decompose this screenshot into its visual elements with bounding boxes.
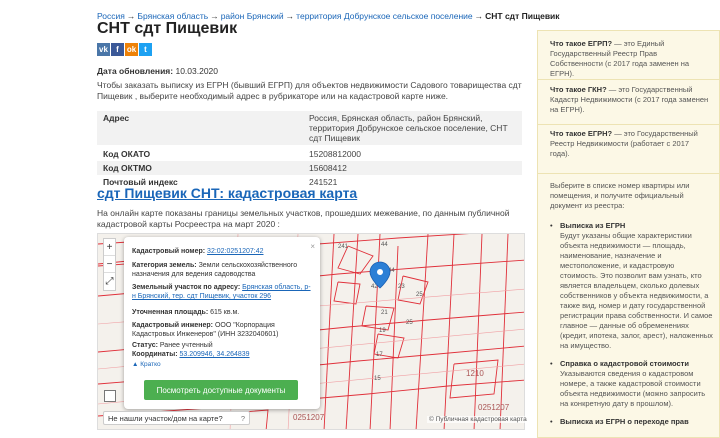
table-row: Код ОКТМО 15608412 [97, 161, 522, 175]
parcel-label: 1210 [466, 369, 484, 378]
breadcrumb-separator: → [474, 11, 484, 21]
popup-engineer: Кадастровый инженер: ООО "Корпорация Кад… [132, 321, 312, 339]
view-documents-button[interactable]: Посмотреть доступные документы [144, 380, 298, 400]
breadcrumb-item-territory[interactable]: территория Добрунское сельское поселение [296, 11, 472, 21]
vk-icon[interactable]: vk [97, 43, 110, 56]
not-found-help[interactable]: Не нашли участок/дом на карте? ? [103, 411, 250, 425]
map-section-description: На онлайн карте показаны границы земельн… [97, 208, 510, 229]
zoom-in-button[interactable]: + [104, 239, 115, 256]
sidebar-info: Что такое ЕГРП? — это Единый Государстве… [537, 30, 720, 438]
map-section-title[interactable]: сдт Пищевик СНТ: кадастровая карта [97, 185, 357, 201]
parcel-label: 25 [416, 292, 423, 298]
divider [538, 124, 720, 125]
parcel-label: 15 [374, 376, 381, 382]
update-date: Дата обновления: 10.03.2020 [97, 66, 218, 76]
parcel-label: 17 [376, 352, 383, 358]
table-value: 15208812000 [309, 149, 362, 159]
list-item: Выписка из ЕГРНБудут указаны общие харак… [550, 221, 714, 351]
table-key: Код ОКТМО [97, 161, 303, 175]
share-buttons: vk f ok t [97, 43, 152, 56]
popup-area: Уточненная площадь: 615 кв.м. [132, 308, 312, 317]
layers-icon[interactable] [104, 390, 116, 402]
faq-egrp: Что такое ЕГРП? — это Единый Государстве… [550, 39, 710, 79]
list-item-text: Указываются сведения о кадастровом номер… [560, 369, 706, 408]
popup-cad-number: Кадастровый номер: 32:02:0251207:42 [132, 247, 312, 256]
table-value: 15608412 [303, 161, 522, 175]
faq-gkn: Что такое ГКН? — это Государственный Кад… [550, 85, 710, 115]
parcel-label: 23 [398, 284, 405, 290]
popup-coordinates: Координаты: 53.209946, 34.264839 [132, 350, 312, 359]
page-title: СНТ сдт Пищевик [97, 20, 238, 37]
update-date-label: Дата обновления: [97, 66, 174, 76]
facebook-icon[interactable]: f [111, 43, 124, 56]
fullscreen-button[interactable]: ⤢ [104, 273, 115, 290]
help-text: Не нашли участок/дом на карте? [108, 413, 223, 423]
parcel-label: 21 [381, 310, 388, 316]
popup-label: Категория земель: [132, 262, 197, 269]
parcel-label: 241 [338, 244, 349, 250]
divider [538, 79, 720, 80]
table-value: Россия, Брянская область, район Брянский… [303, 111, 522, 145]
coordinates-link[interactable]: 53.209946, 34.264839 [179, 351, 249, 358]
list-item-title: Справка о кадастровой стоимости [560, 359, 689, 368]
faq-term: Что такое ЕГРП? [550, 39, 613, 48]
faq-term: Что такое ГКН? [550, 85, 607, 94]
popup-label: Статус: [132, 342, 158, 349]
popup-category: Категория земель: Земли сельскохозяйстве… [132, 261, 312, 279]
table-row: Адрес Россия, Брянская область, район Бр… [97, 111, 522, 145]
parcel-label: 19 [379, 328, 386, 334]
popup-label: Кадастровый инженер: [132, 322, 214, 329]
collapse-link[interactable]: ▲ Кратко [132, 360, 312, 369]
intro-text: Чтобы заказать выписку из ЕГРН (бывший Е… [97, 80, 522, 101]
zoom-out-button[interactable]: − [104, 256, 115, 273]
faq-egrn: Что такое ЕГРН? — это Государственный Ре… [550, 129, 710, 159]
question-icon[interactable]: ? [241, 414, 245, 423]
parcel-popup: × Кадастровый номер: 32:02:0251207:42 Ка… [124, 237, 320, 409]
list-item-title: Выписка из ЕГРН о переходе прав [560, 417, 689, 426]
document-list: Выписка из ЕГРНБудут указаны общие харак… [550, 221, 714, 427]
faq-term: Что такое ЕГРН? [550, 129, 613, 138]
popup-value: Ранее учтенный [159, 342, 213, 349]
info-table: Адрес Россия, Брянская область, район Бр… [97, 111, 522, 189]
breadcrumb-current: СНТ сдт Пищевик [485, 11, 560, 21]
twitter-icon[interactable]: t [139, 43, 152, 56]
popup-status: Статус: Ранее учтенный [132, 341, 312, 350]
odnoklassniki-icon[interactable]: ok [125, 43, 138, 56]
popup-label: Земельный участок по адресу: [132, 284, 241, 291]
update-date-value: 10.03.2020 [175, 66, 219, 76]
cad-number-link[interactable]: 32:02:0251207:42 [207, 248, 263, 255]
parcel-label: 25 [406, 320, 413, 326]
popup-label: Координаты: [132, 351, 178, 358]
popup-label: Кадастровый номер: [132, 248, 206, 255]
popup-address: Земельный участок по адресу: Брянская об… [132, 283, 312, 301]
map-zoom-controls: + − ⤢ [103, 238, 116, 291]
parcel-label: 0251207 [478, 403, 510, 412]
popup-label: Уточненная площадь: [132, 309, 209, 316]
list-item: Справка о кадастровой стоимостиУказывают… [550, 359, 714, 409]
breadcrumb-separator: → [285, 11, 295, 21]
list-item-title: Выписка из ЕГРН [560, 221, 626, 230]
list-item: Выписка из ЕГРН о переходе прав [550, 417, 714, 427]
choose-text: Выберите в списке номер квартиры или пом… [550, 181, 690, 210]
map-attribution[interactable]: © Публичная кадастровая карта [427, 416, 529, 423]
parcel-label: 44 [381, 242, 388, 248]
list-item-text: Будут указаны общие характеристики объек… [560, 231, 713, 350]
table-key: Код ОКАТО [103, 149, 151, 159]
popup-value: 615 кв.м. [210, 309, 240, 316]
divider [538, 173, 720, 174]
table-row: Код ОКАТО 15208812000 [97, 145, 522, 161]
parcel-label: 0251207 [293, 413, 325, 422]
table-key: Адрес [97, 111, 303, 145]
